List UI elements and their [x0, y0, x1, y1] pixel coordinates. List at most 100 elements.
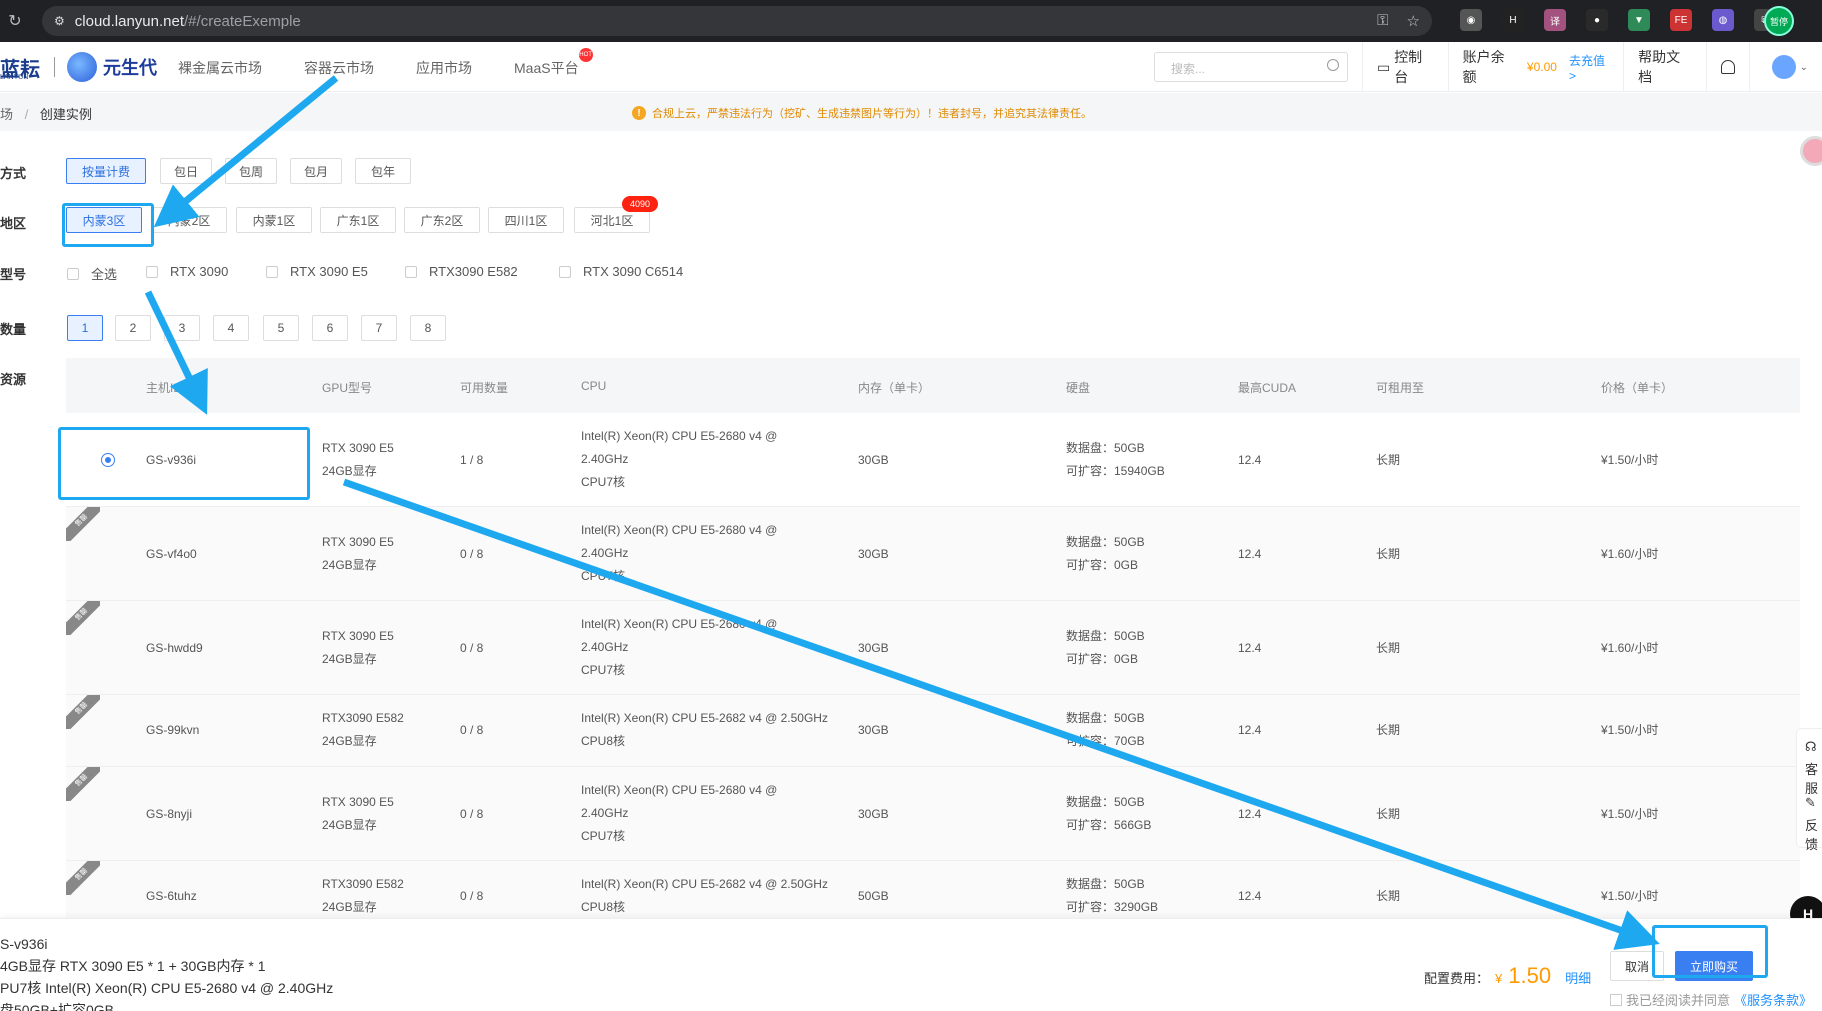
breadcrumb: 场 / 创建实例 — [0, 104, 92, 123]
region-neimeng-2[interactable]: 内蒙2区 — [151, 207, 227, 233]
region-guangdong-2[interactable]: 广东2区 — [404, 207, 480, 233]
breadcrumb-current: 创建实例 — [39, 107, 92, 122]
table-row[interactable]: 售罄 GS-8nyji RTX 3090 E5 24GB显存 0 / 8 Inte… — [66, 767, 1800, 861]
fee-detail-link[interactable]: 明细 — [1565, 968, 1591, 987]
memory-value: 30GB — [858, 547, 889, 561]
highlight-region — [62, 203, 154, 247]
model-rtx-3090[interactable]: RTX 3090 — [146, 264, 228, 279]
sold-out-tag: 售罄 — [66, 767, 100, 801]
resource-label: 资源 — [0, 372, 27, 387]
search-placeholder: 搜索... — [1171, 62, 1206, 76]
nav-app-market[interactable]: 应用市场 — [416, 58, 472, 78]
main-nav: 裸金属云市场 容器云市场 应用市场 MaaS平台 HOT — [178, 48, 621, 78]
host-id: GS-6tuhz — [146, 889, 197, 903]
count-4[interactable]: 4 — [213, 315, 249, 341]
notifications-button[interactable] — [1707, 60, 1749, 74]
table-row[interactable]: GS-v936i RTX 3090 E5 24GB显存 1 / 8 Intel(R… — [66, 413, 1800, 507]
region-sichuan-1[interactable]: 四川1区 — [488, 207, 564, 233]
model-rtx-3090-c6514[interactable]: RTX 3090 C6514 — [559, 264, 683, 279]
reload-icon[interactable]: ↻ — [0, 11, 30, 31]
available-count: 0 / 8 — [460, 723, 484, 737]
balance-label: 账户余额 — [1462, 49, 1505, 85]
sold-out-tag: 售罄 — [66, 695, 100, 729]
terms-agreement[interactable]: 我已经阅读并同意 《服务条款》 — [1610, 990, 1812, 1009]
floating-assistant-icon[interactable] — [1800, 136, 1822, 166]
feedback-button[interactable]: 反馈 — [1805, 815, 1822, 853]
table-row[interactable]: 售罄 GS-6tuhz RTX3090 E582 24GB显存 0 / 8 Int… — [66, 861, 1800, 921]
billing-yearly[interactable]: 包年 — [355, 158, 411, 184]
fee-label: 配置费用： — [1424, 971, 1490, 986]
rent-until: 长期 — [1376, 641, 1401, 655]
dark-extension-icon[interactable]: ● — [1586, 9, 1608, 31]
model-rtx3090-e582[interactable]: RTX3090 E582 — [405, 264, 518, 279]
col-gpu-model: GPU型号 — [322, 381, 373, 395]
nav-container-cloud[interactable]: 容器云市场 — [304, 58, 374, 78]
col-memory: 内存（单卡） — [858, 381, 931, 395]
bookmark-star-icon[interactable]: ☆ — [1407, 12, 1420, 30]
translate-extension-icon[interactable]: 译 — [1544, 9, 1566, 31]
region-neimeng-1[interactable]: 内蒙1区 — [236, 207, 312, 233]
billing-daily[interactable]: 包日 — [160, 158, 212, 184]
gpu-cell: RTX3090 E582 24GB显存 — [322, 711, 404, 748]
address-bar[interactable]: ⚙ cloud.lanyun.net/#/createExemple ⚿ ☆ — [42, 6, 1432, 36]
price-value: ¥1.50/小时 — [1601, 807, 1659, 821]
model-select-all[interactable]: 全选 — [67, 264, 117, 283]
logo[interactable]: 蓝耘 LANYUN 元生代 — [0, 52, 157, 82]
user-menu[interactable]: ⌄ — [1750, 55, 1822, 79]
count-3[interactable]: 3 — [164, 315, 200, 341]
shield-extension-icon[interactable]: ▼ — [1628, 9, 1650, 31]
cpu-cell: Intel(R) Xeon(R) CPU E5-2682 v4 @ 2.50GH… — [581, 711, 828, 748]
fee-currency: ¥ — [1495, 971, 1503, 986]
nav-maas[interactable]: MaaS平台 HOT — [514, 48, 593, 78]
available-count: 0 / 8 — [460, 807, 484, 821]
service-button[interactable]: 客服 — [1805, 759, 1822, 797]
search-input[interactable]: 搜索... — [1154, 52, 1348, 82]
key-icon[interactable]: ⚿ — [1377, 12, 1388, 30]
agree-checkbox[interactable] — [1610, 993, 1622, 1006]
available-count: 0 / 8 — [460, 547, 484, 561]
host-id: GS-99kvn — [146, 723, 200, 737]
globe-extension-icon[interactable]: ◍ — [1712, 9, 1734, 31]
model-rtx-3090-e5[interactable]: RTX 3090 E5 — [266, 264, 368, 279]
cuda-value: 12.4 — [1238, 453, 1262, 467]
breadcrumb-bar: 场 / 创建实例 ! 合规上云，严禁违法行为（挖矿、生成违禁图片等行为）！违者封… — [0, 93, 1822, 131]
billing-weekly[interactable]: 包周 — [225, 158, 277, 184]
billing-pay-as-you-go[interactable]: 按量计费 — [66, 158, 146, 184]
logo-divider — [54, 57, 55, 77]
count-2[interactable]: 2 — [115, 315, 151, 341]
help-docs-link[interactable]: 帮助文档 — [1624, 47, 1706, 87]
region-guangdong-1[interactable]: 广东1区 — [320, 207, 396, 233]
table-row[interactable]: 售罄 GS-vf4o0 RTX 3090 E5 24GB显存 0 / 8 Inte… — [66, 507, 1800, 601]
model-label: 型号 — [0, 267, 27, 282]
h-extension-icon[interactable]: H — [1502, 9, 1524, 31]
count-7[interactable]: 7 — [361, 315, 397, 341]
console-link[interactable]: ▭ 控制台 — [1363, 47, 1448, 87]
billing-monthly[interactable]: 包月 — [290, 158, 342, 184]
disk-cell: 数据盘：50GB 可扩容：15940GB — [1066, 441, 1165, 478]
gpu-cell: RTX 3090 E5 24GB显存 — [322, 629, 394, 666]
bell-icon — [1720, 60, 1735, 74]
count-1[interactable]: 1 — [67, 315, 103, 341]
terms-link[interactable]: 《服务条款》 — [1734, 990, 1812, 1009]
breadcrumb-parent[interactable]: 场 — [0, 107, 13, 122]
cpu-cell: Intel(R) Xeon(R) CPU E5-2680 v4 @2.40GHz… — [581, 429, 778, 489]
site-settings-icon[interactable]: ⚙ — [54, 14, 65, 28]
recharge-link[interactable]: 去充值> — [1569, 52, 1609, 83]
cpu-cell: Intel(R) Xeon(R) CPU E5-2680 v4 @2.40GHz… — [581, 523, 778, 583]
order-summary: S-v936i 4GB显存 RTX 3090 E5 * 1 + 30GB内存 *… — [0, 936, 334, 1011]
count-5[interactable]: 5 — [263, 315, 299, 341]
profile-avatar[interactable]: 暂停 — [1764, 6, 1794, 36]
headset-icon[interactable]: ☊ — [1805, 739, 1817, 755]
nav-bare-metal[interactable]: 裸金属云市场 — [178, 58, 262, 78]
search-icon[interactable] — [1327, 59, 1339, 71]
fe-extension-icon[interactable]: FE — [1670, 9, 1692, 31]
count-6[interactable]: 6 — [312, 315, 348, 341]
disk-cell: 数据盘：50GB 可扩容：0GB — [1066, 629, 1145, 666]
camera-extension-icon[interactable]: ◉ — [1460, 9, 1482, 31]
count-8[interactable]: 8 — [410, 315, 446, 341]
balance-area: 账户余额 ¥0.00 去充值> — [1449, 47, 1624, 87]
table-row[interactable]: 售罄 GS-99kvn RTX3090 E582 24GB显存 0 / 8 Int… — [66, 695, 1800, 767]
pencil-icon[interactable]: ✎ — [1805, 795, 1816, 811]
memory-value: 30GB — [858, 807, 889, 821]
table-row[interactable]: 售罄 GS-hwdd9 RTX 3090 E5 24GB显存 0 / 8 Inte… — [66, 601, 1800, 695]
